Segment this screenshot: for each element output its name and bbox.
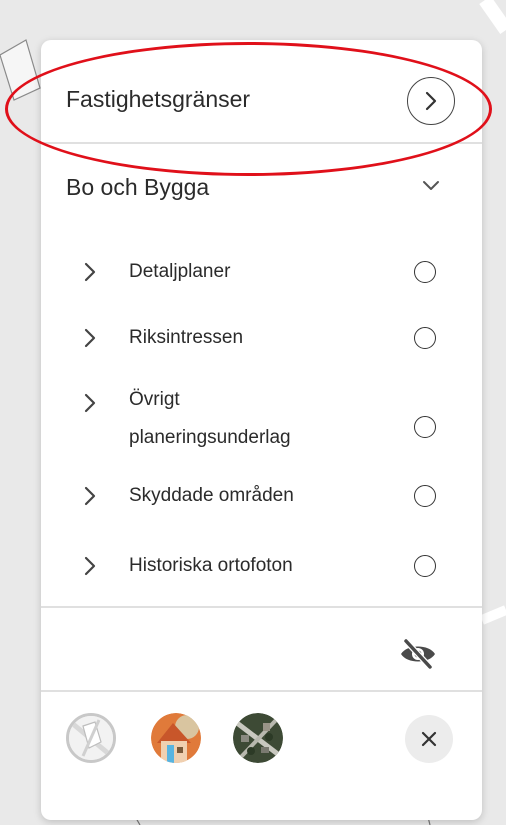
close-icon xyxy=(421,731,437,747)
chevron-down-icon[interactable] xyxy=(422,180,440,192)
layer-item[interactable]: Historiska ortofoton xyxy=(41,548,482,588)
layer-item[interactable]: Övrigt planeringsunderlag xyxy=(41,382,482,462)
layer-toggle-radio[interactable] xyxy=(414,327,436,349)
divider xyxy=(41,142,482,144)
close-button[interactable] xyxy=(405,715,453,763)
layer-label: Riksintressen xyxy=(129,327,244,348)
layer-label: Skyddade områden xyxy=(129,485,294,506)
aerial-basemap-icon[interactable] xyxy=(233,713,283,763)
eye-off-icon[interactable] xyxy=(398,638,438,670)
map-basemap-icon[interactable] xyxy=(66,713,116,763)
layer-toggle-radio[interactable] xyxy=(414,416,436,438)
chevron-right-icon[interactable] xyxy=(84,328,96,348)
chevron-right-icon[interactable] xyxy=(84,262,96,282)
layer-toggle-radio[interactable] xyxy=(414,261,436,283)
layer-item-fastighetsgranser[interactable]: Fastighetsgränser xyxy=(41,40,482,142)
layer-label: Detaljplaner xyxy=(129,261,231,282)
chevron-right-icon[interactable] xyxy=(84,556,96,576)
layer-toggle-radio[interactable] xyxy=(414,555,436,577)
layer-toggle-radio[interactable] xyxy=(414,485,436,507)
layer-item[interactable]: Skyddade områden xyxy=(41,478,482,518)
layer-label-line1: Övrigt xyxy=(129,389,180,410)
layer-label: Historiska ortofoton xyxy=(129,555,293,576)
chevron-right-icon[interactable] xyxy=(84,393,96,413)
chevron-right-icon[interactable] xyxy=(407,77,455,125)
divider xyxy=(41,606,482,608)
chevron-right-icon[interactable] xyxy=(84,486,96,506)
layer-label-line2: planeringsunderlag xyxy=(129,427,291,448)
layer-item[interactable]: Riksintressen xyxy=(41,320,482,360)
layer-item[interactable]: Detaljplaner xyxy=(41,254,482,294)
layer-panel: Fastighetsgränser Bo och Bygga Detaljpla… xyxy=(41,40,482,820)
divider xyxy=(41,690,482,692)
section-title: Bo och Bygga xyxy=(66,174,210,200)
illustrated-basemap-icon[interactable] xyxy=(151,713,201,763)
top-item-label: Fastighetsgränser xyxy=(66,86,251,112)
